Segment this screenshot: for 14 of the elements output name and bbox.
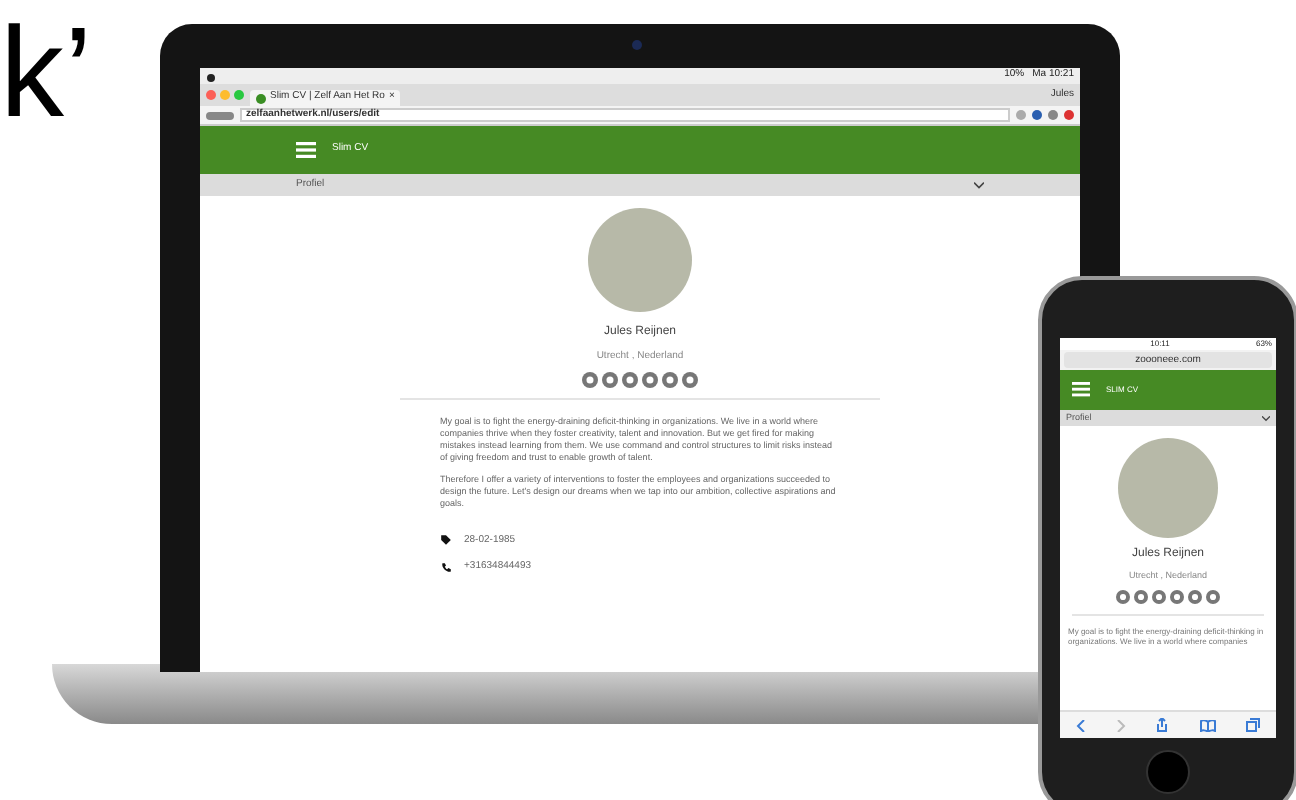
book-icon[interactable] (1199, 719, 1216, 731)
chevron-down-icon (974, 181, 984, 189)
headline: k’ (0, 8, 93, 136)
back-icon[interactable] (1075, 719, 1086, 731)
phone-icon (440, 561, 452, 574)
chevron-down-icon (1262, 415, 1270, 421)
camera-icon (632, 40, 642, 50)
menu-icon[interactable] (1072, 382, 1090, 398)
phone-avatar (1118, 438, 1218, 538)
share-icon[interactable] (1156, 718, 1169, 732)
menu-icon[interactable] (296, 142, 316, 158)
avatar (588, 208, 692, 312)
tag-icon (440, 534, 452, 547)
tabs-icon[interactable] (1246, 718, 1261, 732)
